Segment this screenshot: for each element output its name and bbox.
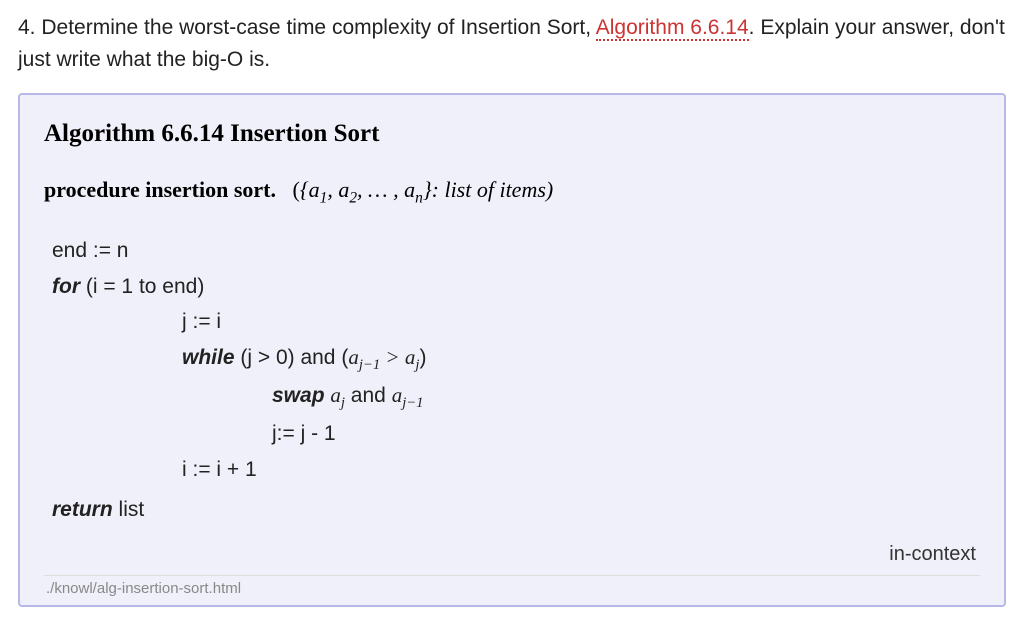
code-line-swap: swap aj and aj−1 (52, 378, 980, 416)
code-line-for: for (i = 1 to end) (52, 269, 980, 305)
algorithm-title: Algorithm 6.6.14 Insertion Sort (44, 115, 980, 153)
algorithm-link[interactable]: Algorithm 6.6.14 (596, 16, 749, 41)
question-text: 4. Determine the worst-case time complex… (18, 12, 1006, 75)
in-context-link[interactable]: in-context (44, 539, 980, 569)
question-number: 4. (18, 16, 36, 39)
code-line-while: while (j > 0) and (aj−1 > aj) (52, 340, 980, 378)
code-line-end: end := n (52, 233, 980, 269)
footer-path: ./knowl/alg-insertion-sort.html (44, 575, 980, 601)
procedure-line: procedure insertion sort. ({a1, a2, … , … (44, 173, 980, 210)
code-line-j-dec: j:= j - 1 (52, 416, 980, 452)
code-line-i-inc: i := i + 1 (52, 452, 980, 488)
procedure-label: procedure insertion sort. (44, 177, 276, 202)
procedure-signature: ({a1, a2, … , an}: list of items) (282, 177, 554, 202)
code-line-j-init: j := i (52, 304, 980, 340)
code-line-return: return list (52, 492, 980, 528)
code-block: end := n for (i = 1 to end) j := i while… (44, 233, 980, 527)
algorithm-box: Algorithm 6.6.14 Insertion Sort procedur… (18, 93, 1006, 607)
question-preface: Determine the worst-case time complexity… (36, 16, 596, 39)
